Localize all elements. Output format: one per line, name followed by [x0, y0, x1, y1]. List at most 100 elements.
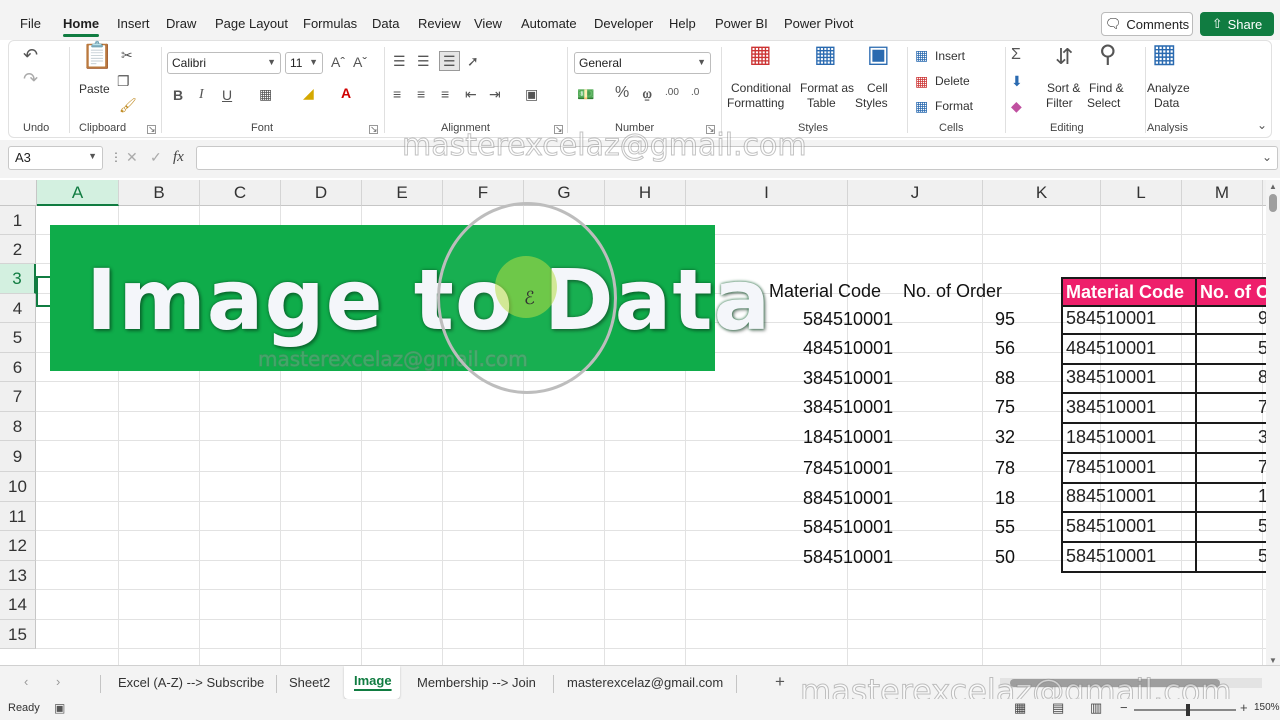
tab-data[interactable]: Data: [372, 16, 399, 31]
sheet-tab-email[interactable]: masterexcelaz@gmail.com: [567, 675, 723, 690]
increase-decimal-icon[interactable]: .00: [665, 85, 679, 101]
column-header-j[interactable]: J: [848, 180, 983, 206]
tab-developer[interactable]: Developer: [594, 16, 653, 31]
zoom-slider[interactable]: [1134, 704, 1236, 716]
align-top-icon[interactable]: ☰: [393, 53, 406, 69]
increase-indent-icon[interactable]: ⇥: [489, 86, 501, 102]
header-material-code[interactable]: Material Code: [769, 277, 881, 306]
column-header-e[interactable]: E: [362, 180, 443, 206]
tab-file[interactable]: File: [20, 16, 41, 31]
cut-icon[interactable]: ✂: [121, 47, 133, 63]
cell-material-code[interactable]: 384510001: [803, 364, 893, 393]
add-sheet-icon[interactable]: +: [775, 672, 785, 692]
number-launcher-icon[interactable]: ↘: [706, 125, 715, 134]
cell-no-of-order[interactable]: 75: [995, 393, 1015, 422]
column-header-d[interactable]: D: [281, 180, 362, 206]
underline-button[interactable]: U: [222, 87, 232, 103]
cell-material-code[interactable]: 584510001: [803, 513, 893, 542]
column-header-a[interactable]: A: [37, 180, 119, 206]
cell-material-code[interactable]: 484510001: [803, 334, 893, 363]
page-break-view-icon[interactable]: ▥: [1090, 700, 1102, 716]
bold-button[interactable]: B: [173, 87, 183, 103]
alignment-launcher-icon[interactable]: ↘: [554, 125, 563, 134]
row-header-7[interactable]: 7: [0, 382, 36, 412]
sheet-tab-image[interactable]: Image: [354, 673, 392, 688]
percent-icon[interactable]: %: [615, 85, 629, 101]
font-launcher-icon[interactable]: ↘: [369, 125, 378, 134]
align-left-icon[interactable]: ≡: [393, 86, 401, 102]
sheet-tab-membership[interactable]: Membership --> Join: [417, 675, 536, 690]
cell-no-of-order[interactable]: 55: [995, 513, 1015, 542]
select-all-corner[interactable]: [0, 180, 37, 206]
align-right-icon[interactable]: ≡: [441, 86, 449, 102]
tab-power-pivot[interactable]: Power Pivot: [784, 16, 853, 31]
comments-button[interactable]: 🗨 Comments: [1101, 12, 1193, 36]
tab-draw[interactable]: Draw: [166, 16, 196, 31]
font-name-select[interactable]: Calibri ▼: [167, 52, 281, 74]
row-header-3[interactable]: 3: [0, 264, 36, 294]
vertical-scroll-thumb[interactable]: [1269, 194, 1277, 212]
tab-formulas[interactable]: Formulas: [303, 16, 357, 31]
column-header-f[interactable]: F: [443, 180, 524, 206]
orientation-icon[interactable]: ➚: [467, 53, 479, 69]
copy-icon[interactable]: ❐: [117, 73, 130, 89]
undo-icon[interactable]: ↶: [23, 46, 38, 64]
row-header-15[interactable]: 15: [0, 620, 36, 649]
cell-no-of-order[interactable]: 56: [995, 334, 1015, 363]
tab-automate[interactable]: Automate: [521, 16, 577, 31]
increase-font-icon[interactable]: Aˆ: [331, 54, 345, 70]
align-center-icon[interactable]: ≡: [417, 86, 425, 102]
cell-material-code[interactable]: 584510001: [803, 305, 893, 334]
row-header-5[interactable]: 5: [0, 323, 36, 353]
scroll-down-icon[interactable]: ▼: [1269, 656, 1277, 665]
row-header-10[interactable]: 10: [0, 472, 36, 502]
clear-icon[interactable]: ◆: [1011, 98, 1022, 114]
merge-center-icon[interactable]: ▣: [525, 86, 538, 102]
decrease-decimal-icon[interactable]: .0: [691, 85, 699, 101]
font-size-select[interactable]: 11 ▼: [285, 52, 323, 74]
column-header-h[interactable]: H: [605, 180, 686, 206]
accessibility-icon[interactable]: ▣: [54, 701, 65, 715]
cell-material-code[interactable]: 884510001: [803, 484, 893, 513]
row-header-11[interactable]: 11: [0, 502, 36, 531]
column-header-m[interactable]: M: [1182, 180, 1263, 206]
horizontal-scrollbar[interactable]: [1000, 678, 1262, 688]
align-bottom-icon[interactable]: ☰: [439, 51, 460, 71]
cell-material-code[interactable]: 384510001: [803, 393, 893, 422]
insert-function-button[interactable]: fx: [173, 149, 184, 166]
row-header-2[interactable]: 2: [0, 235, 36, 264]
scroll-up-icon[interactable]: ▲: [1269, 182, 1277, 191]
tab-page-layout[interactable]: Page Layout: [215, 16, 288, 31]
sheet-tab-sheet2[interactable]: Sheet2: [289, 675, 330, 690]
redo-icon[interactable]: ↷: [23, 70, 38, 88]
column-header-c[interactable]: C: [200, 180, 281, 206]
zoom-out-icon[interactable]: −: [1120, 700, 1128, 715]
italic-button[interactable]: I: [199, 87, 204, 103]
row-header-1[interactable]: 1: [0, 206, 36, 235]
column-header-b[interactable]: B: [119, 180, 200, 206]
horizontal-scroll-thumb[interactable]: [1010, 679, 1220, 687]
column-header-k[interactable]: K: [983, 180, 1101, 206]
worksheet-grid[interactable]: ABCDEFGHIJKLMN 123456789101112131415 Mat…: [0, 180, 1280, 665]
font-color-icon[interactable]: A: [341, 85, 351, 101]
scroll-tabs-right-icon[interactable]: ›: [56, 674, 60, 689]
accounting-format-icon[interactable]: 💵: [577, 86, 594, 102]
scroll-tabs-left-icon[interactable]: ‹: [24, 674, 28, 689]
cancel-entry-icon[interactable]: ✕: [126, 149, 138, 166]
decrease-indent-icon[interactable]: ⇤: [465, 86, 477, 102]
confirm-entry-icon[interactable]: ✓: [150, 149, 162, 166]
vertical-scrollbar[interactable]: ▲ ▼: [1266, 180, 1280, 665]
row-header-13[interactable]: 13: [0, 561, 36, 590]
row-header-8[interactable]: 8: [0, 412, 36, 441]
row-header-6[interactable]: 6: [0, 353, 36, 382]
tab-insert[interactable]: Insert: [117, 16, 150, 31]
fill-color-icon[interactable]: ◢: [303, 85, 314, 101]
formula-input[interactable]: ⌄: [196, 146, 1278, 170]
borders-icon[interactable]: ▦: [259, 86, 272, 102]
zoom-level[interactable]: 150%: [1254, 702, 1280, 713]
tab-help[interactable]: Help: [669, 16, 696, 31]
cell-no-of-order[interactable]: 95: [995, 305, 1015, 334]
number-format-select[interactable]: General ▼: [574, 52, 711, 74]
tab-view[interactable]: View: [474, 16, 502, 31]
format-painter-icon[interactable]: 🖌: [119, 97, 137, 113]
